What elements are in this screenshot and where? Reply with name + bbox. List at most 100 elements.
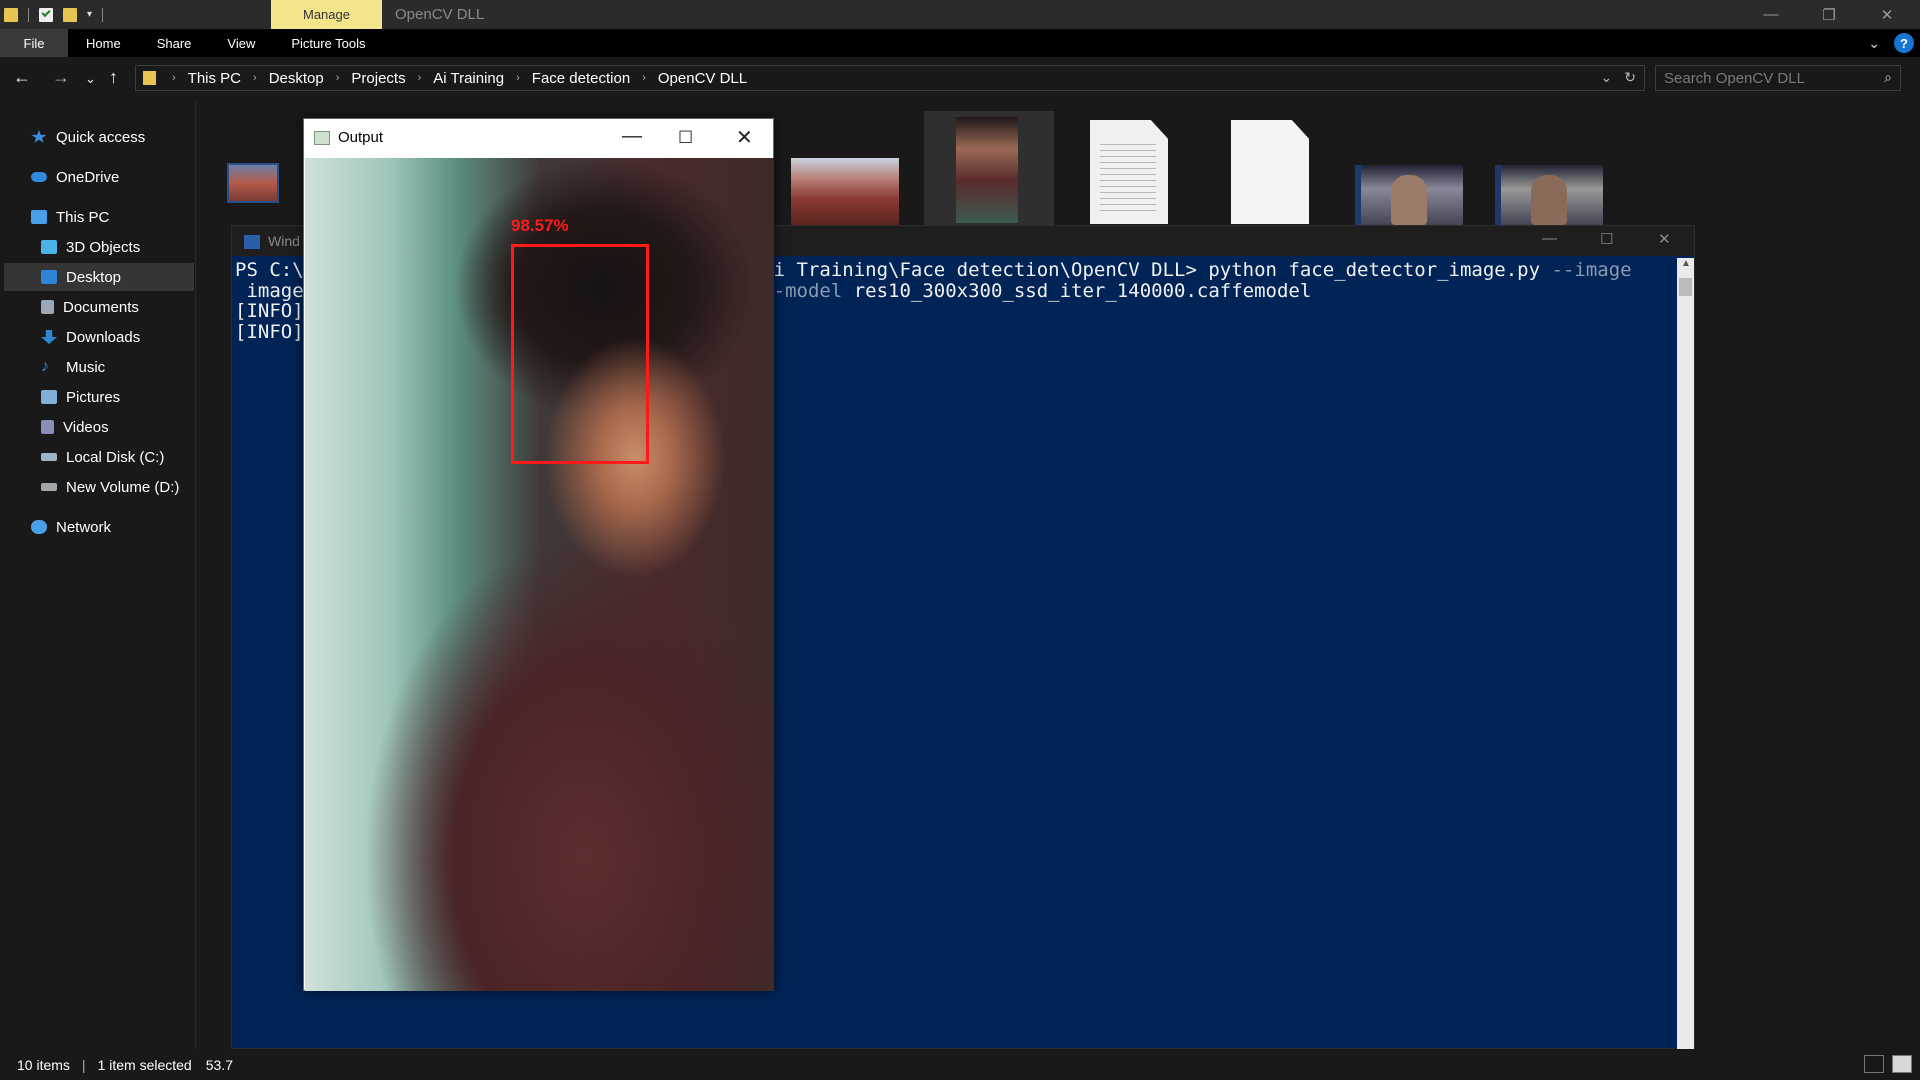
sidebar-item-onedrive[interactable]: OneDrive <box>31 163 119 191</box>
text-file-icon[interactable] <box>1090 120 1168 224</box>
file-explorer-window: ▾ Manage OpenCV DLL — ❐ ✕ File Home Shar… <box>0 0 1920 1080</box>
manage-contextual-tab[interactable]: Manage <box>271 0 382 29</box>
output-title-bar[interactable]: Output — ☐ ✕ <box>304 119 773 158</box>
title-bar: ▾ Manage OpenCV DLL — ❐ ✕ <box>0 0 1920 29</box>
detection-confidence-label: 98.57% <box>511 216 569 235</box>
minimize-button[interactable]: — <box>1542 230 1557 247</box>
chevron-right-icon[interactable]: › <box>253 72 257 84</box>
forward-icon[interactable]: → <box>52 67 70 88</box>
item-count: 10 items <box>17 1056 70 1073</box>
sidebar-item-downloads[interactable]: Downloads <box>41 323 140 351</box>
scrollbar-thumb[interactable] <box>1679 278 1692 296</box>
sidebar-item-documents[interactable]: Documents <box>41 293 139 321</box>
tab-share[interactable]: Share <box>139 29 210 57</box>
refresh-icon[interactable]: ↻ <box>1624 69 1636 86</box>
details-view-icon[interactable] <box>1864 1055 1884 1073</box>
toolbar-separator <box>28 7 29 22</box>
output-title: Output <box>338 129 384 146</box>
sidebar-item-desktop[interactable]: Desktop <box>4 263 194 291</box>
file-thumbnail[interactable] <box>791 158 899 226</box>
pictures-icon <box>41 390 57 404</box>
new-folder-icon[interactable] <box>63 7 77 22</box>
image-window-icon <box>314 131 330 145</box>
back-icon[interactable]: ← <box>13 67 31 88</box>
console-arg: --image <box>1551 259 1632 281</box>
console-info-line: [INFO] <box>235 300 304 322</box>
sidebar-item-this-pc[interactable]: This PC <box>31 203 109 231</box>
large-icons-view-icon[interactable] <box>1892 1055 1912 1073</box>
address-dropdown-icon[interactable]: ⌄ <box>1601 69 1613 86</box>
close-button[interactable]: ✕ <box>736 125 753 150</box>
sidebar-item-network[interactable]: Network <box>31 513 111 541</box>
breadcrumb-desktop[interactable]: Desktop <box>269 70 324 87</box>
breadcrumb-projects[interactable]: Projects <box>351 70 405 87</box>
help-icon[interactable]: ? <box>1894 33 1914 53</box>
status-separator: | <box>81 1056 86 1073</box>
expand-ribbon-icon[interactable]: ⌄ <box>1868 35 1880 52</box>
selection-count: 1 item selected <box>97 1056 192 1073</box>
sidebar-item-label: Desktop <box>66 268 122 286</box>
toolbar-separator <box>102 7 104 22</box>
file-thumbnail[interactable] <box>1495 165 1603 225</box>
file-icon[interactable] <box>1231 120 1309 224</box>
search-placeholder: Search OpenCV DLL <box>1664 69 1805 87</box>
minimize-button[interactable]: — <box>1742 0 1800 29</box>
maximize-button[interactable]: ☐ <box>678 128 693 148</box>
customize-toolbar-icon[interactable]: ▾ <box>87 9 92 20</box>
powershell-title: Wind <box>268 233 300 249</box>
sidebar-item-3d-objects[interactable]: 3D Objects <box>41 233 140 261</box>
tab-home[interactable]: Home <box>68 29 139 57</box>
quick-access-toolbar: ▾ <box>0 0 104 29</box>
chevron-right-icon[interactable]: › <box>516 72 520 84</box>
chevron-right-icon[interactable]: › <box>172 72 176 84</box>
recent-locations-icon[interactable]: ⌄ <box>85 71 96 87</box>
search-icon[interactable]: ⌕ <box>1884 69 1892 86</box>
sidebar-item-music[interactable]: ♪ Music <box>41 353 105 381</box>
breadcrumb-ai-training[interactable]: Ai Training <box>433 70 504 87</box>
sidebar-item-label: Videos <box>63 418 109 436</box>
file-thumbnail[interactable] <box>1355 165 1463 225</box>
properties-icon[interactable] <box>39 7 53 22</box>
sidebar-item-pictures[interactable]: Pictures <box>41 383 120 411</box>
sidebar-item-label: This PC <box>56 208 110 226</box>
folder-icon[interactable] <box>4 7 18 22</box>
search-input[interactable]: Search OpenCV DLL ⌕ <box>1655 65 1901 91</box>
address-bar[interactable]: › This PC › Desktop › Projects › Ai Trai… <box>135 65 1645 91</box>
document-icon <box>41 300 54 314</box>
output-window[interactable]: Output — ☐ ✕ 98.57% <box>303 118 774 991</box>
sidebar-item-quick-access[interactable]: Quick access <box>31 123 145 151</box>
sidebar-item-local-disk-c[interactable]: Local Disk (C:) <box>41 443 164 471</box>
maximize-button[interactable]: ☐ <box>1600 230 1613 248</box>
chevron-right-icon[interactable]: › <box>642 72 646 84</box>
sidebar-item-new-volume-d[interactable]: New Volume (D:) <box>41 473 179 501</box>
tab-file[interactable]: File <box>0 29 68 57</box>
star-icon <box>31 130 47 143</box>
minimize-button[interactable]: — <box>622 125 642 148</box>
close-button[interactable]: ✕ <box>1658 230 1671 248</box>
sidebar-item-videos[interactable]: Videos <box>41 413 109 441</box>
sidebar-item-label: Pictures <box>66 388 121 406</box>
tab-picture-tools[interactable]: Picture Tools <box>273 29 383 57</box>
up-icon[interactable]: ↑ <box>109 67 118 88</box>
console-arg: res10_300x300_ssd_iter_140000.caffemodel <box>853 279 1312 302</box>
breadcrumb-face-detection[interactable]: Face detection <box>532 70 630 87</box>
disk-icon <box>41 453 57 461</box>
console-arg: image <box>235 279 304 302</box>
tab-view[interactable]: View <box>209 29 273 57</box>
window-title: OpenCV DLL <box>395 6 485 23</box>
sidebar-item-label: Local Disk (C:) <box>66 448 165 466</box>
restore-button[interactable]: ❐ <box>1800 0 1858 29</box>
scrollbar[interactable]: ▲ <box>1677 258 1694 1050</box>
selection-size: 53.7 <box>205 1056 233 1073</box>
breadcrumb-opencv-dll[interactable]: OpenCV DLL <box>658 70 747 87</box>
scroll-up-icon[interactable]: ▲ <box>1681 258 1691 269</box>
chevron-right-icon[interactable]: › <box>418 72 422 84</box>
sidebar-item-label: 3D Objects <box>66 238 141 256</box>
breadcrumb-this-pc[interactable]: This PC <box>188 70 241 87</box>
console-command: i Training\Face detection\OpenCV DLL> py… <box>773 259 1552 281</box>
file-thumbnail-selected[interactable] <box>924 111 1054 231</box>
chevron-right-icon[interactable]: › <box>336 72 340 84</box>
folder-icon <box>143 71 156 85</box>
close-button[interactable]: ✕ <box>1858 0 1916 29</box>
file-thumbnail[interactable] <box>227 163 279 203</box>
